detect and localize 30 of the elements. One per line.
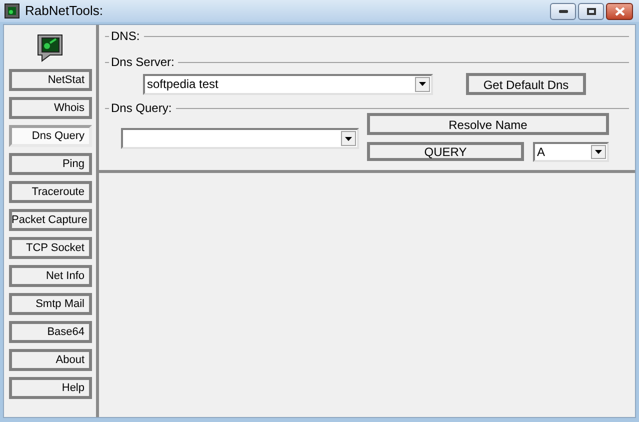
sidebar-item[interactable]: Traceroute: [8, 181, 92, 203]
dns-server-combobox[interactable]: softpedia test: [143, 74, 433, 94]
sidebar-item[interactable]: Packet Capture: [8, 209, 92, 231]
section-title: Dns Server:: [111, 54, 174, 71]
record-type-combobox[interactable]: A: [533, 142, 609, 162]
query-combobox[interactable]: [121, 128, 359, 149]
query-button[interactable]: QUERY: [367, 142, 524, 161]
get-default-dns-button[interactable]: Get Default Dns: [466, 73, 586, 95]
dropdown-arrow-icon: [345, 136, 352, 140]
dropdown-arrow-icon: [595, 150, 602, 154]
maximize-button[interactable]: [578, 2, 604, 20]
sidebar-item[interactable]: Ping: [8, 153, 92, 175]
sidebar-item[interactable]: NetStat: [8, 69, 92, 91]
sidebar-item[interactable]: TCP Socket: [8, 237, 92, 259]
sidebar-item[interactable]: Base64: [8, 321, 92, 343]
resolve-name-button[interactable]: Resolve Name: [367, 113, 609, 135]
sidebar-item[interactable]: About: [8, 349, 92, 371]
dropdown-arrow-icon: [419, 82, 426, 86]
sidebar-item[interactable]: Whois: [8, 97, 92, 119]
sidebar-item[interactable]: Dns Query: [8, 125, 92, 147]
section-title: DNS:: [111, 28, 140, 45]
app-icon: [4, 3, 20, 19]
close-button[interactable]: [606, 2, 633, 20]
minimize-button[interactable]: [550, 2, 576, 20]
window-title: RabNetTools:: [25, 2, 104, 20]
sidebar-item[interactable]: Help: [8, 377, 92, 399]
close-icon: [614, 6, 624, 16]
section-title: Dns Query:: [111, 100, 172, 117]
sidebar-item[interactable]: Net Info: [8, 265, 92, 287]
sidebar-item[interactable]: Smtp Mail: [8, 293, 92, 315]
